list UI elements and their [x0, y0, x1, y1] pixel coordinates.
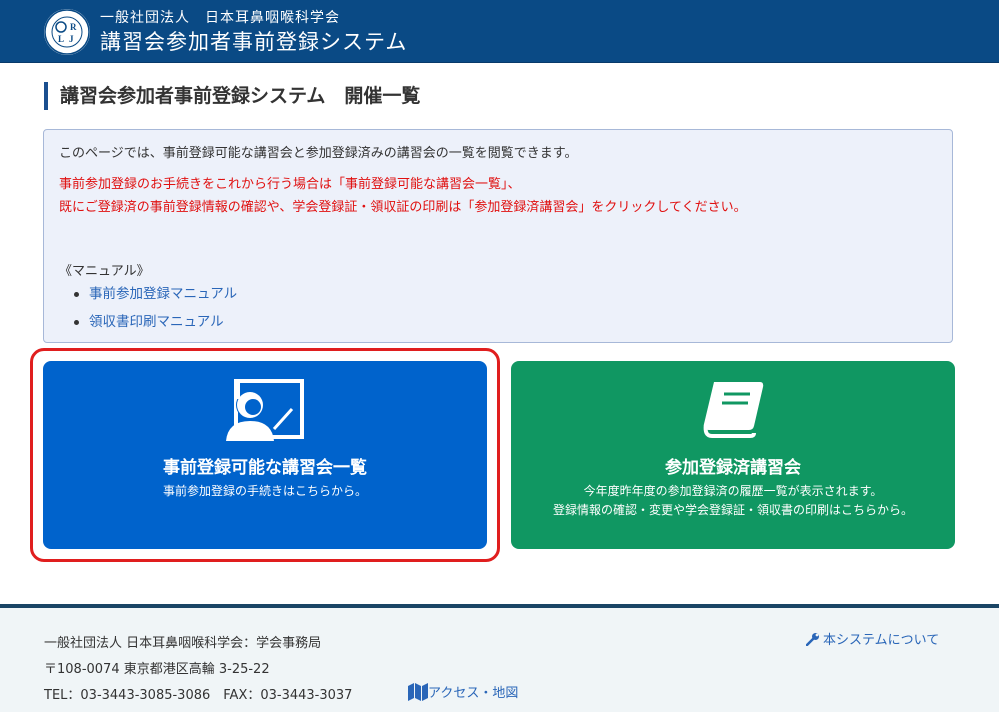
info-notice-line1: 事前参加登録のお手続きをこれから行う場合は「事前登録可能な講習会一覧」、 [59, 177, 521, 192]
available-lectures-title: 事前登録可能な講習会一覧 [163, 458, 367, 478]
site-footer: 一般社団法人 日本耳鼻咽喉科学会：学会事務局 〒108-0074 東京都港区高輪… [0, 608, 999, 712]
access-map-label: アクセス・地図 [428, 686, 519, 701]
info-notice-line2: 既にご登録済の事前登録情報の確認や、学会登録証・領収証の印刷は「参加登録済講習会… [59, 200, 747, 215]
available-lectures-button[interactable]: 事前登録可能な講習会一覧 事前参加登録の手続きはこちらから。 [43, 361, 487, 549]
svg-text:R: R [70, 22, 77, 32]
header-org-name: 一般社団法人 日本耳鼻咽喉科学会 [100, 10, 340, 26]
footer-org: 一般社団法人 日本耳鼻咽喉科学会：学会事務局 [44, 636, 322, 651]
footer-address: 〒108-0074 東京都港区高輪 3-25-22 [44, 662, 270, 677]
info-panel: このページでは、事前登録可能な講習会と参加登録済みの講習会の一覧を閲覧できます。… [43, 129, 953, 343]
manual-link-receipt[interactable]: 領収書印刷マニュアル [74, 311, 237, 339]
lecture-presentation-icon [226, 379, 304, 447]
manual-link-registration[interactable]: 事前参加登録マニュアル [74, 283, 237, 311]
society-logo[interactable]: R L J [44, 9, 90, 55]
about-system-link[interactable]: 本システムについて [805, 629, 940, 650]
registered-lectures-button[interactable]: 参加登録済講習会 今年度昨年度の参加登録済の履歴一覧が表示されます。 登録情報の… [511, 361, 955, 549]
registered-lectures-subtitle-1: 今年度昨年度の参加登録済の履歴一覧が表示されます。 [583, 484, 883, 498]
registered-lectures-title: 参加登録済講習会 [665, 458, 801, 478]
footer-contact: TEL：03-3443-3085-3086 FAX：03-3443-3037 [44, 688, 353, 703]
wrench-icon [805, 632, 820, 650]
manual-list: 事前参加登録マニュアル 領収書印刷マニュアル [74, 283, 237, 339]
about-system-label: 本システムについて [823, 633, 940, 648]
available-lectures-subtitle: 事前参加登録の手続きはこちらから。 [162, 484, 367, 498]
book-icon [700, 378, 766, 444]
svg-text:J: J [69, 34, 74, 44]
info-description: このページでは、事前登録可能な講習会と参加登録済みの講習会の一覧を閲覧できます。 [59, 146, 578, 161]
registered-lectures-subtitle-2: 登録情報の確認・変更や学会登録証・領収書の印刷はこちらから。 [552, 503, 913, 517]
manual-heading: 《マニュアル》 [59, 264, 150, 279]
map-icon [408, 682, 428, 705]
site-header: R L J 一般社団法人 日本耳鼻咽喉科学会 講習会参加者事前登録システム [0, 0, 999, 63]
svg-text:L: L [58, 34, 64, 44]
header-system-title[interactable]: 講習会参加者事前登録システム [100, 26, 407, 56]
access-map-link[interactable]: アクセス・地図 [408, 682, 518, 705]
page-title: 講習会参加者事前登録システム 開催一覧 [44, 82, 420, 110]
